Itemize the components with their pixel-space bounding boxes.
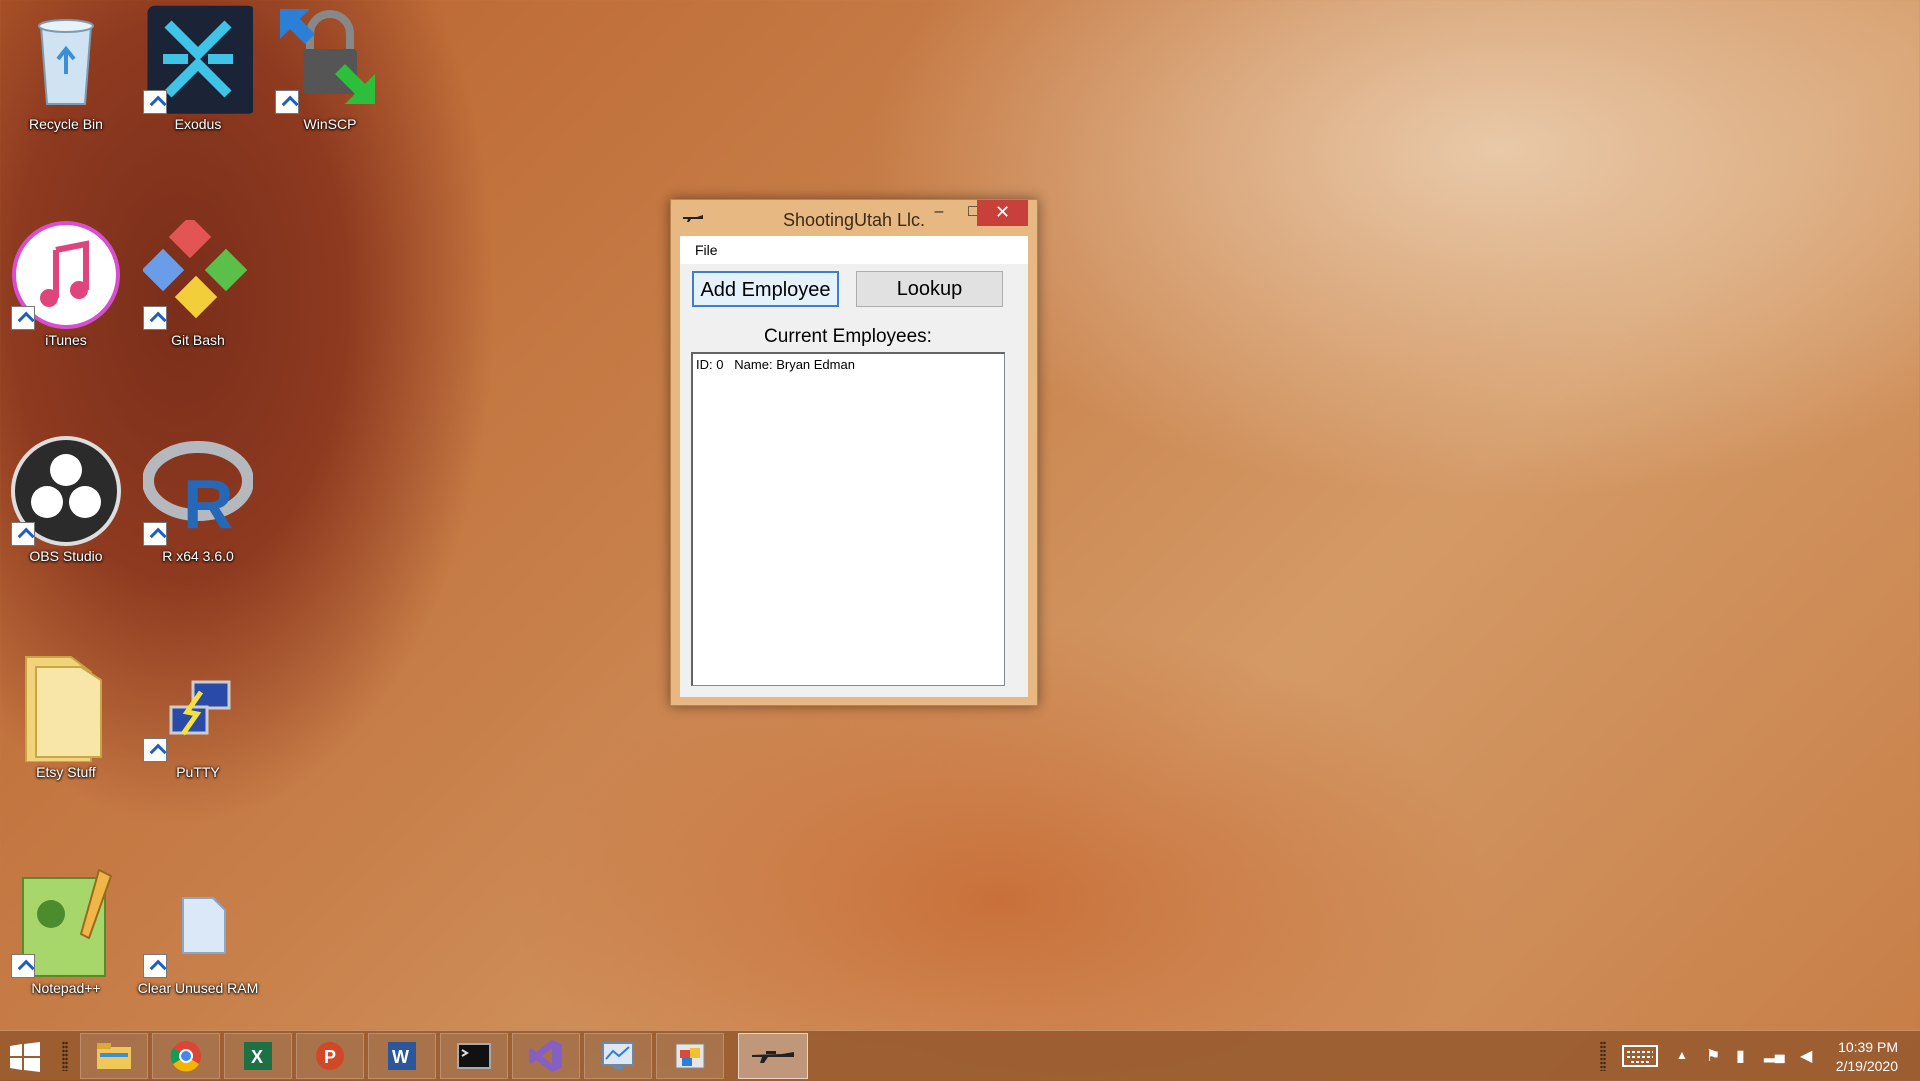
window-titlebar[interactable]: ShootingUtah Llc. – □ ✕ [671, 200, 1037, 236]
taskbar-powerpoint[interactable]: P [296, 1033, 364, 1079]
desktop-icon-label: Exodus [174, 116, 222, 132]
desktop-icon-label: WinSCP [303, 116, 357, 132]
app-window: ShootingUtah Llc. – □ ✕ File Add Employe… [670, 199, 1038, 706]
taskbar-word[interactable]: W [368, 1033, 436, 1079]
taskbar-file-explorer[interactable] [80, 1033, 148, 1079]
desktop-icon-label: R x64 3.6.0 [162, 548, 234, 564]
desktop-icon-label: iTunes [45, 332, 87, 348]
putty-icon [143, 652, 253, 762]
exodus-icon [143, 4, 256, 114]
desktop-icon-recycle-bin[interactable]: Recycle Bin [2, 4, 130, 132]
system-clock[interactable]: 10:39 PM 2/19/2020 [1836, 1038, 1898, 1076]
clock-date: 2/19/2020 [1835, 1058, 1898, 1074]
performance-monitor-icon [602, 1042, 634, 1069]
desktop-icon-label: Notepad++ [31, 980, 101, 996]
shortcut-arrow-icon [275, 90, 299, 114]
obs-studio-icon [11, 436, 121, 546]
network-signal-icon[interactable]: ▂▄ [1764, 1046, 1785, 1063]
power-icon[interactable]: ▮ [1736, 1046, 1745, 1066]
word-icon: W [388, 1042, 416, 1070]
desktop-icon-putty[interactable]: PuTTY [134, 652, 262, 780]
shortcut-arrow-icon [143, 738, 167, 762]
menu-file[interactable]: File [695, 242, 718, 258]
folder-icon [11, 652, 121, 763]
taskbar-grip[interactable] [1600, 1041, 1606, 1071]
desktop-icon-label: Clear Unused RAM [137, 980, 259, 996]
taskbar-chrome[interactable] [152, 1033, 220, 1079]
desktop-icon-obs-studio[interactable]: OBS Studio [2, 436, 130, 564]
window-client-area: File Add Employee Lookup Current Employe… [680, 236, 1028, 697]
desktop-icon-r[interactable]: R R x64 3.6.0 [134, 436, 262, 564]
shortcut-arrow-icon [143, 306, 167, 330]
taskbar-performance-monitor[interactable] [584, 1033, 652, 1079]
action-center-flag-icon[interactable]: ⚑ [1706, 1046, 1720, 1066]
svg-text:W: W [392, 1047, 409, 1067]
menu-bar: File [680, 236, 1028, 264]
taskbar: X P W ▲ ⚑ ▮ ▂▄ ◀ 10:39 PM 2/19/2020 [0, 1030, 1920, 1081]
powerpoint-icon: P [316, 1042, 344, 1070]
employee-listbox[interactable]: ID: 0 Name: Bryan Edman [691, 352, 1005, 686]
desktop-icon-label: PuTTY [176, 764, 220, 780]
desktop-icon-exodus[interactable]: Exodus [134, 4, 262, 132]
list-item[interactable]: ID: 0 Name: Bryan Edman [696, 357, 855, 372]
close-button[interactable]: ✕ [977, 200, 1028, 226]
svg-text:P: P [324, 1047, 336, 1067]
add-employee-button[interactable]: Add Employee [692, 271, 839, 307]
itunes-icon [11, 220, 121, 330]
shortcut-arrow-icon [11, 522, 35, 546]
desktop-icon-itunes[interactable]: iTunes [2, 220, 130, 348]
taskbar-excel[interactable]: X [224, 1033, 292, 1079]
control-panel-icon [675, 1043, 705, 1069]
taskbar-grip[interactable] [62, 1041, 68, 1071]
touch-keyboard-icon[interactable] [1622, 1045, 1658, 1067]
recycle-bin-icon [11, 4, 121, 114]
svg-text:X: X [251, 1047, 263, 1067]
taskbar-shootingutah-app[interactable] [738, 1033, 808, 1079]
command-prompt-icon [457, 1043, 491, 1069]
clock-time: 10:39 PM [1838, 1039, 1898, 1055]
winscp-icon [275, 4, 385, 114]
desktop-icon-winscp[interactable]: WinSCP [266, 4, 394, 132]
r-language-icon: R [142, 436, 254, 546]
svg-text:R: R [183, 465, 234, 543]
desktop-icon-git-bash[interactable]: Git Bash [134, 215, 262, 348]
desktop-icon-label: Recycle Bin [29, 116, 103, 132]
git-bash-icon [141, 215, 253, 330]
rifle-icon [752, 1051, 794, 1063]
taskbar-control-panel[interactable] [656, 1033, 724, 1079]
visual-studio-icon [529, 1040, 562, 1072]
chrome-icon [170, 1041, 201, 1072]
taskbar-command-prompt[interactable] [440, 1033, 508, 1079]
lookup-button[interactable]: Lookup [856, 271, 1003, 307]
desktop-icon-clear-unused-ram[interactable]: Clear Unused RAM [134, 868, 262, 996]
notepad-plus-plus-icon [11, 868, 121, 978]
folder-icon [97, 1043, 131, 1069]
shortcut-arrow-icon [143, 522, 167, 546]
shortcut-arrow-icon [143, 90, 167, 114]
shortcut-arrow-icon [143, 954, 167, 978]
desktop-icon-label: OBS Studio [29, 548, 103, 564]
document-icon [143, 868, 253, 978]
shortcut-arrow-icon [11, 954, 35, 978]
excel-icon: X [244, 1042, 272, 1070]
volume-icon[interactable]: ◀ [1800, 1046, 1812, 1066]
shortcut-arrow-icon [11, 306, 35, 330]
desktop-icon-label: Git Bash [171, 332, 225, 348]
windows-start-icon[interactable] [10, 1042, 40, 1072]
desktop-icon-etsy-stuff[interactable]: Etsy Stuff [2, 652, 130, 780]
desktop-icon-notepad-plus-plus[interactable]: Notepad++ [2, 868, 130, 996]
taskbar-visual-studio[interactable] [512, 1033, 580, 1079]
current-employees-label: Current Employees: [764, 326, 932, 347]
show-hidden-icons-chevron-icon[interactable]: ▲ [1676, 1048, 1688, 1062]
minimize-button[interactable]: – [923, 200, 955, 226]
desktop-icon-label: Etsy Stuff [36, 764, 96, 780]
